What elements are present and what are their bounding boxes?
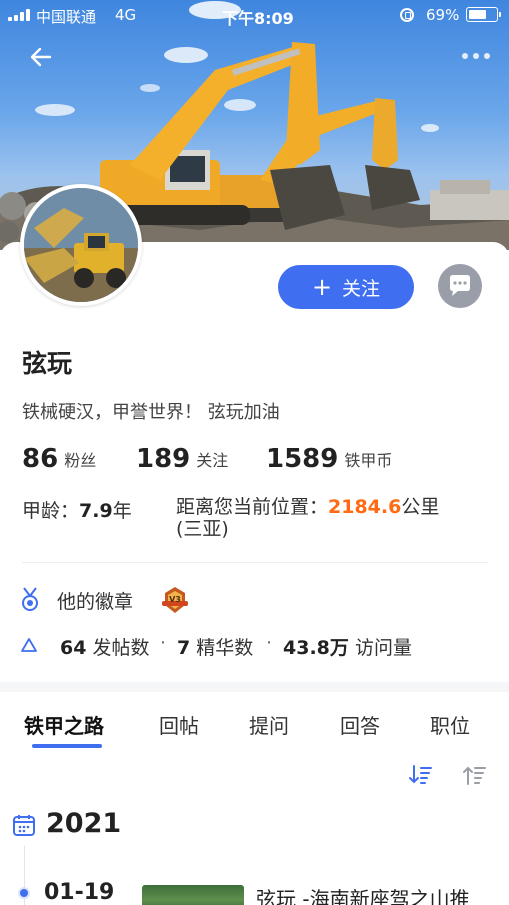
stat-label: 关注 <box>196 451 229 470</box>
back-button[interactable] <box>24 44 58 74</box>
chat-bubble-icon <box>450 275 470 296</box>
post-count-value: 64 <box>60 637 87 659</box>
timeline-dot <box>18 887 30 899</box>
post-count-label: 发帖数 <box>92 637 150 659</box>
triangle-icon <box>21 638 37 652</box>
signal-icon <box>8 9 32 21</box>
distance-value: 2184.6 <box>328 496 402 518</box>
divider <box>22 562 488 563</box>
user-bio: 铁械硬汉，甲誉世界！ 弦玩加油 <box>22 402 280 423</box>
level-badge-icon: V3 <box>162 587 188 613</box>
battery-percent: 69% <box>426 6 460 24</box>
sort-ascending-icon <box>463 766 486 785</box>
network-type: 4G <box>115 6 137 24</box>
follow-button[interactable]: + 关注 <box>278 265 414 309</box>
timeline-year: 2021 <box>46 808 122 839</box>
visit-count: 43.8万 访问量 <box>283 633 412 660</box>
profile-card <box>0 242 509 905</box>
distance-label: 距离您当前位置： <box>176 496 329 518</box>
tab-answers[interactable]: 回答 <box>340 710 380 739</box>
sort-descending-button[interactable] <box>408 764 434 786</box>
message-button[interactable] <box>438 264 482 308</box>
stat-fans[interactable]: 86 粉丝 <box>22 444 96 474</box>
stat-label: 铁甲币 <box>344 451 393 470</box>
carrier-name: 中国联通 <box>36 8 97 26</box>
tab-jobs[interactable]: 职位 <box>430 710 470 739</box>
entry-date: 01-19 <box>44 880 115 905</box>
distance-unit: 公里 <box>401 496 440 518</box>
stat-value: 1589 <box>266 444 339 474</box>
badge-text: V3 <box>169 595 181 604</box>
stat-value: 189 <box>136 444 191 474</box>
essence-count: 7 精华数 <box>177 633 253 660</box>
sort-ascending-button[interactable] <box>462 764 488 786</box>
more-options-button[interactable] <box>456 46 496 66</box>
medal-icon <box>22 587 38 611</box>
clock: 下午8:09 <box>222 9 294 28</box>
stat-coins[interactable]: 1589 铁甲币 <box>266 444 392 474</box>
plus-icon: + <box>311 273 333 301</box>
stat-value: 86 <box>22 444 59 474</box>
visit-count-value: 43.8万 <box>283 637 349 659</box>
profile-tabs: 铁甲之路 回帖 提问 回答 职位 <box>0 700 509 752</box>
profile-screen: 中国联通 4G 下午8:09 69% + 关注 弦玩 铁械硬汉，甲誉世界！ 弦玩… <box>0 0 509 905</box>
distance-place: (三亚) <box>176 518 229 540</box>
badges-label: 他的徽章 <box>57 591 134 613</box>
section-divider <box>0 682 509 692</box>
separator: · <box>266 632 273 654</box>
age-label: 甲龄： <box>22 500 80 522</box>
entry-thumbnail[interactable] <box>142 885 244 905</box>
age-unit: 年 <box>112 500 132 522</box>
tab-replies[interactable]: 回帖 <box>159 710 199 739</box>
tab-road[interactable]: 铁甲之路 <box>24 710 104 739</box>
calendar-icon <box>13 815 35 836</box>
avatar-image <box>24 188 138 302</box>
age-value: 7.9 <box>79 500 113 522</box>
active-tab-indicator <box>32 744 102 748</box>
arrow-left-icon <box>30 47 52 67</box>
status-bar: 中国联通 4G 下午8:09 69% <box>0 0 509 30</box>
orientation-lock-icon <box>400 8 414 22</box>
post-count: 64 发帖数 <box>60 633 150 660</box>
follow-label: 关注 <box>342 277 381 300</box>
machine-age: 甲龄：7.9年 <box>22 496 132 523</box>
separator: · <box>160 632 167 654</box>
stat-following[interactable]: 189 关注 <box>136 444 228 474</box>
essence-count-value: 7 <box>177 637 191 659</box>
entry-title[interactable]: 弦玩 -海南新座驾之山推 <box>256 883 470 905</box>
distance-info: 距离您当前位置：2184.6公里 (三亚) <box>176 496 476 540</box>
sort-descending-icon <box>409 765 432 784</box>
user-name: 弦玩 <box>22 349 73 378</box>
visit-count-label: 访问量 <box>354 637 412 659</box>
battery-icon <box>466 7 501 22</box>
stat-label: 粉丝 <box>64 451 97 470</box>
avatar[interactable] <box>20 184 142 306</box>
tab-questions[interactable]: 提问 <box>249 710 289 739</box>
essence-count-label: 精华数 <box>196 637 254 659</box>
